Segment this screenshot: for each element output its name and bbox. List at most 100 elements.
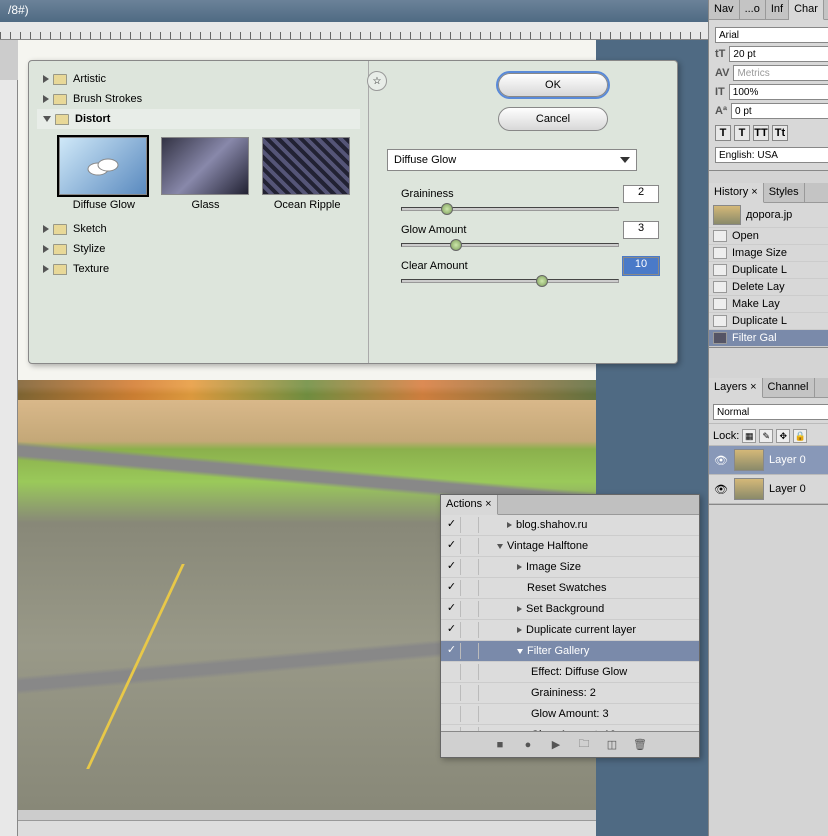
filter-diffuse-glow[interactable]: Diffuse Glow (59, 137, 149, 211)
slider-thumb[interactable] (450, 239, 462, 251)
toggle-dialog[interactable] (461, 580, 479, 596)
graininess-value[interactable]: 2 (623, 185, 659, 203)
tab-history[interactable]: History × (709, 183, 764, 203)
delete-button[interactable]: 🗑 (633, 738, 647, 752)
slider-thumb[interactable] (441, 203, 453, 215)
clear-amount-slider[interactable] (401, 279, 619, 283)
visibility-toggle[interactable]: 👁 (713, 482, 729, 496)
history-item-current[interactable]: Filter Gal (709, 330, 828, 347)
history-snapshot[interactable]: дорога.jp (709, 203, 828, 228)
action-step[interactable]: ✓Image Size (441, 557, 699, 578)
tab-options[interactable]: ...o (740, 0, 766, 19)
stop-button[interactable]: ■ (493, 738, 507, 752)
small-caps-button[interactable]: Tt (772, 125, 788, 141)
glow-amount-slider[interactable] (401, 243, 619, 247)
visibility-toggle[interactable]: 👁 (713, 453, 729, 467)
new-set-button[interactable]: 🗀 (577, 738, 591, 752)
action-step-selected[interactable]: ✓Filter Gallery (441, 641, 699, 662)
history-item[interactable]: Duplicate L (709, 262, 828, 279)
toggle-dialog[interactable] (461, 538, 479, 554)
blend-mode-select[interactable] (713, 404, 828, 420)
glow-amount-value[interactable]: 3 (623, 221, 659, 239)
faux-bold-button[interactable]: T (715, 125, 731, 141)
scrollbar-horizontal[interactable] (18, 820, 596, 836)
category-label: Stylize (73, 243, 105, 255)
category-artistic[interactable]: Artistic (37, 69, 360, 89)
lock-label: Lock: (713, 430, 739, 442)
cancel-button[interactable]: Cancel (498, 107, 608, 131)
thumbnail-image (59, 137, 147, 195)
tab-navigator[interactable]: Nav (709, 0, 740, 19)
toggle-check[interactable]: ✓ (443, 643, 461, 659)
tab-actions[interactable]: Actions × (441, 495, 498, 515)
lock-pixels-button[interactable]: ✎ (759, 429, 773, 443)
tab-styles[interactable]: Styles (764, 183, 805, 202)
slider-thumb[interactable] (536, 275, 548, 287)
toggle-dialog[interactable] (461, 517, 479, 533)
layer-name: Layer 0 (769, 483, 806, 495)
action-detail[interactable]: Graininess: 2 (441, 683, 699, 704)
lock-position-button[interactable]: ✥ (776, 429, 790, 443)
action-step[interactable]: ✓Reset Swatches (441, 578, 699, 599)
action-set[interactable]: ✓blog.shahov.ru (441, 515, 699, 536)
history-item[interactable]: Open (709, 228, 828, 245)
record-button[interactable]: ● (521, 738, 535, 752)
history-item[interactable]: Duplicate L (709, 313, 828, 330)
lock-all-button[interactable]: 🔒 (793, 429, 807, 443)
ok-button[interactable]: OK (498, 73, 608, 97)
baseline-shift-input[interactable] (731, 103, 828, 119)
history-item[interactable]: Make Lay (709, 296, 828, 313)
collapse-tree-button[interactable]: ☆ (367, 71, 387, 91)
filter-select-dropdown[interactable]: Diffuse Glow (387, 149, 637, 171)
toggle-check[interactable]: ✓ (443, 538, 461, 554)
ruler-horizontal[interactable] (0, 22, 828, 40)
action-group[interactable]: ✓Vintage Halftone (441, 536, 699, 557)
action-detail[interactable]: Effect: Diffuse Glow (441, 662, 699, 683)
filter-controls-pane: ☆ OK Cancel Diffuse Glow Graininess2 Glo… (369, 61, 677, 363)
history-item[interactable]: Delete Lay (709, 279, 828, 296)
font-size-input[interactable] (729, 46, 828, 62)
tab-layers[interactable]: Layers × (709, 378, 763, 398)
toggle-dialog[interactable] (461, 559, 479, 575)
action-step[interactable]: ✓Duplicate current layer (441, 620, 699, 641)
language-select[interactable] (715, 147, 828, 163)
toggle-check[interactable]: ✓ (443, 580, 461, 596)
action-step[interactable]: ✓Set Background (441, 599, 699, 620)
history-item[interactable]: Image Size (709, 245, 828, 262)
filter-thumbnails: Diffuse Glow Glass Ocean Ripple (37, 129, 360, 219)
kerning-input[interactable] (733, 65, 828, 81)
tab-channels[interactable]: Channel (763, 378, 815, 397)
character-panel: Nav ...o Inf Char ▾ tT▾ AV▾ IT Aª T T TT… (709, 0, 828, 171)
clear-amount-value[interactable]: 10 (623, 257, 659, 275)
tab-info[interactable]: Inf (766, 0, 789, 19)
toggle-check[interactable]: ✓ (443, 517, 461, 533)
category-brush-strokes[interactable]: Brush Strokes (37, 89, 360, 109)
toggle-check[interactable]: ✓ (443, 622, 461, 638)
toggle-dialog[interactable] (461, 601, 479, 617)
category-distort[interactable]: Distort (37, 109, 360, 129)
toggle-dialog[interactable] (461, 622, 479, 638)
faux-italic-button[interactable]: T (734, 125, 750, 141)
lock-transparency-button[interactable]: ▦ (742, 429, 756, 443)
action-detail[interactable]: Glow Amount: 3 (441, 704, 699, 725)
category-sketch[interactable]: Sketch (37, 219, 360, 239)
vertical-scale-input[interactable] (729, 84, 828, 100)
layer-item[interactable]: 👁 Layer 0 (709, 446, 828, 475)
category-texture[interactable]: Texture (37, 259, 360, 279)
play-button[interactable]: ▶ (549, 738, 563, 752)
thumbnail-image (262, 137, 350, 195)
all-caps-button[interactable]: TT (753, 125, 769, 141)
layer-item[interactable]: 👁 Layer 0 (709, 475, 828, 504)
tab-character[interactable]: Char (789, 0, 824, 20)
toggle-dialog[interactable] (461, 643, 479, 659)
new-action-button[interactable]: ◫ (605, 738, 619, 752)
toggle-check[interactable]: ✓ (443, 601, 461, 617)
graininess-slider[interactable] (401, 207, 619, 211)
font-family-select[interactable] (715, 27, 828, 43)
category-label: Distort (75, 113, 110, 125)
toggle-check[interactable]: ✓ (443, 559, 461, 575)
filter-ocean-ripple[interactable]: Ocean Ripple (262, 137, 352, 211)
filter-glass[interactable]: Glass (161, 137, 251, 211)
ruler-vertical[interactable] (0, 80, 18, 836)
category-stylize[interactable]: Stylize (37, 239, 360, 259)
